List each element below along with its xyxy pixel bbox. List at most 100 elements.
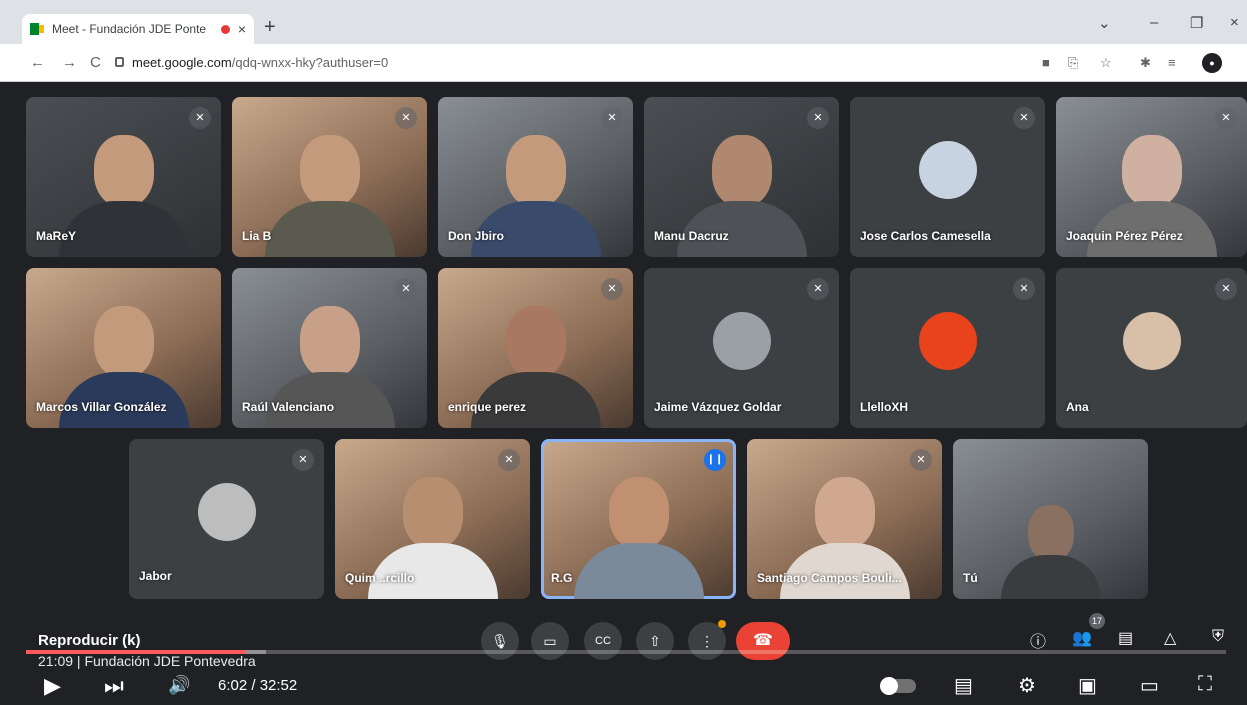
fullscreen-icon[interactable]: ⛶	[1198, 673, 1212, 696]
participant-video	[264, 135, 395, 257]
participant-tile-active-speaker[interactable]: ❙❙ R.G	[541, 439, 736, 599]
participant-name: Santiago Campos Bouli...	[757, 571, 902, 585]
mic-off-icon: ✕	[807, 107, 829, 129]
screen: Meet - Fundación JDE Ponte × + ⌄ – ❐ × ←…	[0, 0, 1247, 705]
theater-mode-icon[interactable]: ▭	[1140, 673, 1159, 698]
host-controls-icon[interactable]: ⛨	[1212, 628, 1224, 646]
participant-video	[573, 477, 704, 599]
participant-tile[interactable]: ✕ Jabor	[129, 439, 324, 599]
participant-tile[interactable]: ✕ MaReY	[26, 97, 221, 257]
cast-icon[interactable]: ■	[1042, 55, 1050, 70]
bookmark-star-icon[interactable]: ☆	[1100, 55, 1112, 71]
participant-name: Marcos Villar González	[36, 400, 167, 414]
participant-name: Manu Dacruz	[654, 229, 729, 243]
present-button[interactable]: ⇧	[636, 622, 674, 660]
new-tab-button[interactable]: +	[264, 16, 276, 39]
time-display: 6:02 / 32:52	[218, 677, 298, 694]
participant-tile[interactable]: ✕ Ana	[1056, 268, 1247, 428]
participant-name: Don Jbiro	[448, 229, 504, 243]
participant-tile[interactable]: ✕ Raúl Valenciano	[232, 268, 427, 428]
reload-button[interactable]: C	[90, 54, 101, 71]
mic-off-icon: ✕	[910, 449, 932, 471]
notification-dot	[718, 620, 726, 628]
recording-indicator-icon	[220, 24, 230, 34]
restore-button[interactable]: ❐	[1190, 14, 1203, 32]
url-path: /qdq-wnxx-hky?authuser=0	[231, 55, 389, 70]
participant-tile[interactable]: ✕ Santiago Campos Bouli...	[747, 439, 942, 599]
chat-icon[interactable]: ▤	[1118, 628, 1133, 648]
participant-name: Jose Carlos Camesella	[860, 229, 991, 243]
participant-tile[interactable]: ✕ Joaquin Pérez Pérez	[1056, 97, 1247, 257]
participant-tile[interactable]: ✕ Manu Dacruz	[644, 97, 839, 257]
participant-avatar	[918, 141, 977, 199]
mic-off-icon: ✕	[292, 449, 314, 471]
participant-name: Raúl Valenciano	[242, 400, 335, 414]
volume-icon[interactable]: 🔊	[168, 675, 190, 696]
tab-close-button[interactable]: ×	[238, 21, 246, 37]
participant-tile[interactable]: ✕ Quim ..rcillo	[335, 439, 530, 599]
captions-button[interactable]: CC	[584, 622, 622, 660]
back-button[interactable]: ←	[30, 54, 45, 71]
mic-off-icon: ✕	[395, 278, 417, 300]
address-bar[interactable]: meet.google.com/qdq-wnxx-hky?authuser=0	[132, 55, 388, 70]
mic-off-icon: ✕	[1215, 107, 1237, 129]
participant-avatar	[918, 312, 977, 370]
participant-name: LlelloXH	[860, 400, 909, 414]
camera-button[interactable]: ▭	[531, 622, 569, 660]
tab-search-button[interactable]: ⌄	[1098, 14, 1111, 32]
participant-name: Quim ..rcillo	[345, 571, 415, 585]
participant-name: Ana	[1066, 400, 1089, 414]
participant-avatar	[197, 483, 256, 541]
reading-list-icon[interactable]: ≡	[1168, 55, 1176, 70]
participant-tile[interactable]: ✕ enrique perez	[438, 268, 633, 428]
google-meet-icon	[30, 23, 44, 35]
miniplayer-icon[interactable]: ▣	[1078, 673, 1097, 698]
participant-tile[interactable]: ✕ Don Jbiro	[438, 97, 633, 257]
subtitles-icon[interactable]: ▤	[954, 673, 973, 698]
activities-icon[interactable]: △	[1164, 628, 1176, 648]
participant-name: enrique perez	[448, 400, 527, 414]
settings-icon[interactable]: ⚙	[1018, 673, 1036, 698]
mic-off-icon: ✕	[189, 107, 211, 129]
browser-tab-bar: Meet - Fundación JDE Ponte × + ⌄ – ❐ ×	[0, 0, 1247, 44]
mic-off-icon: ✕	[1013, 107, 1035, 129]
info-icon[interactable]: ⓘ	[1030, 628, 1046, 652]
url-host: meet.google.com	[132, 55, 232, 70]
next-button[interactable]: ⏭	[104, 673, 124, 699]
participant-tile[interactable]: ✕ Lia B	[232, 97, 427, 257]
mic-off-icon: ✕	[601, 278, 623, 300]
play-button[interactable]: ▶	[44, 673, 61, 699]
meet-stage: ✕ MaReY ✕ Lia B ✕ Don Jbiro ✕ Manu Dacru…	[0, 82, 1247, 705]
participant-name: Jabor	[139, 569, 172, 583]
mic-off-icon: ✕	[1215, 278, 1237, 300]
extensions-icon[interactable]: ✱	[1140, 55, 1151, 71]
participant-tile[interactable]: ✕ LlelloXH	[850, 268, 1045, 428]
minimize-button[interactable]: –	[1150, 14, 1158, 31]
participant-tile[interactable]: ✕ Jaime Vázquez Goldar	[644, 268, 839, 428]
leave-call-button[interactable]: ☎	[736, 622, 790, 660]
participant-name: Joaquin Pérez Pérez	[1066, 229, 1183, 243]
autoplay-toggle[interactable]	[880, 677, 916, 695]
profile-avatar[interactable]: ●	[1202, 53, 1222, 73]
tab-title: Meet - Fundación JDE Ponte	[52, 22, 207, 36]
share-icon[interactable]: ⎘	[1068, 55, 1078, 71]
play-tooltip: Reproducir (k)	[38, 632, 141, 649]
people-icon[interactable]: 👥	[1072, 628, 1092, 648]
microphone-button[interactable]: 🎙	[481, 622, 519, 660]
participant-name: Jaime Vázquez Goldar	[654, 400, 782, 414]
close-window-button[interactable]: ×	[1230, 14, 1239, 31]
browser-tab-meet[interactable]: Meet - Fundación JDE Ponte ×	[22, 14, 254, 44]
forward-button[interactable]: →	[62, 54, 77, 71]
browser-toolbar: ← → C meet.google.com/qdq-wnxx-hky?authu…	[0, 44, 1247, 82]
participant-tile[interactable]: Marcos Villar González	[26, 268, 221, 428]
participant-name: MaReY	[36, 229, 77, 243]
participant-name: R.G	[551, 571, 573, 585]
lock-icon	[115, 57, 124, 67]
participant-name: Tú	[963, 571, 978, 585]
participant-avatar	[712, 312, 771, 370]
participant-tile-self[interactable]: Tú	[953, 439, 1148, 599]
participant-video	[58, 135, 189, 257]
participant-tile[interactable]: ✕ Jose Carlos Camesella	[850, 97, 1045, 257]
video-progress-bar[interactable]	[26, 650, 1226, 654]
speaking-indicator-icon: ❙❙	[704, 449, 726, 471]
